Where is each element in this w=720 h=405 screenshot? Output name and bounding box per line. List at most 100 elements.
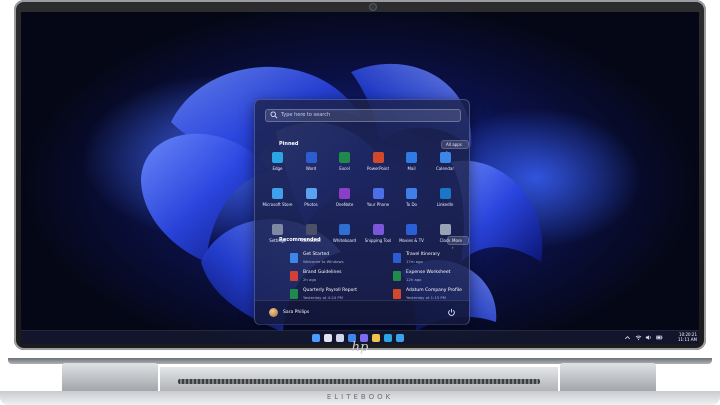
pinned-app-label: OneNote	[335, 202, 354, 207]
recommended-item[interactable]: Expense Worksheet 12h ago	[393, 269, 483, 287]
search-icon	[270, 111, 278, 119]
edge-icon	[272, 152, 283, 163]
pinned-app-onenote[interactable]: OneNote	[328, 188, 361, 218]
todo-icon	[406, 188, 417, 199]
recommended-item-detail: Welcome to Windows	[303, 259, 344, 264]
taskbar-file-explorer-icon[interactable]	[372, 334, 380, 342]
pinned-app-label: Mail	[407, 166, 416, 171]
taskbar-task-view-icon[interactable]	[336, 334, 344, 342]
recommended-item[interactable]: Brand Guidelines 2h ago	[290, 269, 380, 287]
user-name[interactable]: Sara Philips	[283, 309, 309, 316]
hinge-right	[560, 363, 656, 393]
word-icon	[305, 152, 317, 163]
pinned-app-whiteboard[interactable]: Whiteboard	[328, 224, 361, 254]
pinned-app-microsoft-store[interactable]: Microsoft Store	[261, 188, 294, 218]
volume-icon[interactable]	[645, 334, 652, 341]
pinned-app-calendar[interactable]: Calendar	[429, 152, 462, 182]
taskbar-start-icon[interactable]	[312, 334, 320, 342]
movies-tv-icon	[406, 224, 417, 235]
search-placeholder: Type here to search	[281, 112, 331, 118]
pinned-title: Pinned	[279, 141, 299, 147]
pinned-app-label: Microsoft Store	[262, 202, 293, 207]
recommended-item-name: Quarterly Payroll Report	[303, 288, 358, 293]
pinned-app-powerpoint[interactable]: PowerPoint	[362, 152, 395, 182]
pinned-apps-grid: Edge Word Excel PowerPoint Mail Calendar Micro…	[261, 152, 463, 260]
pinned-app-mail[interactable]: Mail	[395, 152, 428, 182]
pinned-app-snipping-tool[interactable]: Snipping Tool	[362, 224, 395, 254]
start-menu-footer: Sara Philips	[255, 300, 469, 325]
taskbar-clock[interactable]: 10:20:21 11:11 AM	[671, 332, 697, 342]
hinge-left	[62, 363, 158, 393]
clock-date: 11:11 AM	[678, 337, 697, 342]
all-apps-button[interactable]: All apps ›	[441, 140, 469, 154]
excel-doc-icon	[393, 271, 401, 281]
pinned-app-label: Whiteboard	[332, 238, 357, 243]
recommended-title: Recommended	[279, 237, 321, 243]
taskbar-store-icon[interactable]	[396, 334, 404, 342]
taskbar-search-icon[interactable]	[324, 334, 332, 342]
onenote-icon	[339, 188, 350, 199]
taskbar-edge-icon[interactable]	[384, 334, 392, 342]
pdf-icon	[290, 271, 298, 281]
linkedin-icon	[439, 188, 451, 199]
pinned-app-movies-tv[interactable]: Movies & TV	[395, 224, 428, 254]
pinned-app-excel[interactable]: Excel	[328, 152, 361, 182]
pinned-app-label: Excel	[339, 166, 350, 171]
more-button[interactable]: More ›	[447, 236, 469, 250]
pinned-app-label: Photos	[304, 202, 318, 207]
pinned-app-label: PowerPoint	[366, 166, 390, 171]
recommended-item[interactable]: Get Started Welcome to Windows	[290, 251, 380, 269]
battery-icon[interactable]	[656, 334, 663, 341]
pinned-app-photos[interactable]: Photos	[295, 188, 328, 218]
recommended-item-detail: 2h ago	[303, 277, 317, 282]
pinned-app-edge[interactable]: Edge	[261, 152, 294, 182]
pinned-app-label: LinkedIn	[436, 202, 454, 207]
powerpoint-icon	[372, 152, 384, 163]
word-doc-icon	[393, 253, 401, 263]
recommended-item-name: Adatum Company Profile	[406, 288, 462, 293]
recommended-item-detail: 12h ago	[406, 277, 422, 282]
avatar[interactable]	[269, 308, 278, 317]
recommended-item-detail: 17m ago	[406, 259, 423, 264]
recommended-item-name: Get Started	[303, 252, 330, 257]
phone-icon	[372, 188, 384, 199]
powerpoint-doc-icon	[393, 289, 401, 299]
chevron-up-icon[interactable]	[624, 334, 631, 341]
pinned-app-label: Word	[305, 166, 317, 171]
pinned-app-label: Edge	[272, 166, 283, 171]
pinned-app-your-phone[interactable]: Your Phone	[362, 188, 395, 218]
pinned-app-word[interactable]: Word	[295, 152, 328, 182]
photos-icon	[305, 188, 317, 199]
pinned-app-label: To Do	[405, 202, 417, 207]
vent-grille	[178, 379, 540, 384]
pinned-app-linkedin[interactable]: LinkedIn	[429, 188, 462, 218]
brand-label: ELITEBOOK	[326, 393, 394, 401]
recommended-item[interactable]: Travel Itinerary 17m ago	[393, 251, 483, 269]
get-started-icon	[290, 253, 298, 263]
screen: Type here to search Pinned All apps › Ed…	[21, 12, 699, 344]
recommended-item-name: Expense Worksheet	[406, 270, 451, 275]
pinned-app-label: Movies & TV	[399, 238, 424, 243]
excel-icon	[339, 152, 350, 163]
excel-doc-icon	[290, 289, 298, 299]
power-icon[interactable]	[447, 308, 456, 317]
snipping-tool-icon	[372, 224, 384, 235]
pinned-app-label: Your Phone	[366, 202, 390, 207]
laptop-base: ELITEBOOK	[0, 358, 720, 405]
recommended-item-name: Travel Itinerary	[406, 252, 440, 257]
settings-icon	[272, 224, 283, 235]
clock-icon	[439, 224, 451, 235]
webcam	[370, 4, 376, 10]
store-icon	[272, 188, 283, 199]
wifi-icon[interactable]	[635, 334, 642, 341]
whiteboard-icon	[339, 224, 350, 235]
pinned-app-label: Calendar	[436, 166, 454, 171]
pinned-app-label: Snipping Tool	[364, 238, 392, 243]
calculator-icon	[305, 224, 317, 235]
hp-logo: hp	[351, 340, 369, 355]
recommended-item-name: Brand Guidelines	[303, 270, 342, 275]
laptop: Type here to search Pinned All apps › Ed…	[0, 0, 720, 405]
pinned-app-to-do[interactable]: To Do	[395, 188, 428, 218]
start-menu: Type here to search Pinned All apps › Ed…	[254, 99, 470, 325]
search-input[interactable]: Type here to search	[265, 109, 461, 122]
